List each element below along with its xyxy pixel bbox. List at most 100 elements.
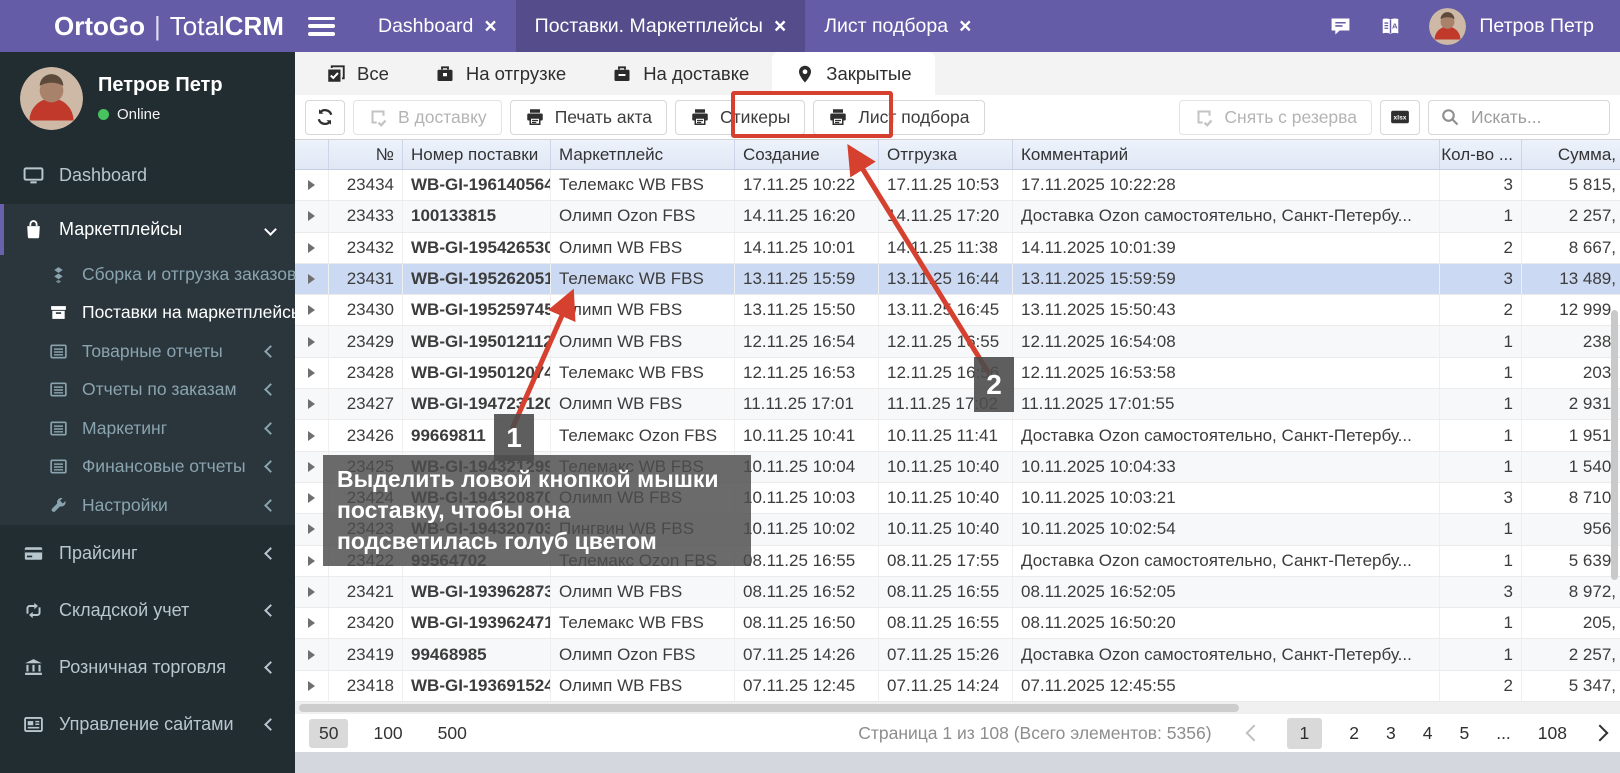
column-header[interactable]: Кол-во ... xyxy=(1440,140,1522,169)
row-expander[interactable] xyxy=(295,671,329,701)
row-expander[interactable] xyxy=(295,420,329,450)
row-expander[interactable] xyxy=(295,233,329,263)
page-2[interactable]: 2 xyxy=(1349,723,1359,744)
close-icon[interactable]: × xyxy=(484,16,496,37)
document-tab[interactable]: Dashboard× xyxy=(359,0,516,52)
document-tab[interactable]: Поставки. Маркетплейсы× xyxy=(516,0,806,52)
table-row[interactable]: 23431WB-GI-195262051Телемакс WB FBS13.11… xyxy=(295,264,1620,295)
page-size-500[interactable]: 500 xyxy=(428,719,477,748)
table-row[interactable]: 23430WB-GI-195259745Олимп WB FBS13.11.25… xyxy=(295,295,1620,326)
table-row[interactable]: 23434WB-GI-196140564Телемакс WB FBS17.11… xyxy=(295,170,1620,201)
document-tab[interactable]: Лист подбора × xyxy=(805,0,990,52)
sidebar-item-sites[interactable]: Управление сайтами xyxy=(0,696,295,753)
page-1[interactable]: 1 xyxy=(1287,718,1323,749)
chat-icon[interactable] xyxy=(1329,15,1352,38)
table-row[interactable]: 23420WB-GI-193962471Телемакс WB FBS08.11… xyxy=(295,608,1620,639)
row-expander[interactable] xyxy=(295,358,329,388)
cell-comment: 14.11.2025 10:01:39 xyxy=(1013,233,1440,263)
horizontal-scrollbar-thumb[interactable] xyxy=(299,704,1239,712)
export-xlsx-button[interactable]: xlsx xyxy=(1380,100,1420,135)
sidebar-item-marketplaces[interactable]: Маркетплейсы xyxy=(0,204,295,255)
column-header[interactable]: Комментарий xyxy=(1013,140,1440,169)
sidebar-item-label: Прайсинг xyxy=(59,543,138,564)
sidebar-item-product-reports[interactable]: Товарные отчеты xyxy=(0,332,295,371)
cell-qty: 1 xyxy=(1440,389,1522,419)
horizontal-scrollbar[interactable] xyxy=(295,702,1620,714)
chevron-down-icon xyxy=(264,223,277,236)
remove-reserve-button[interactable]: Снять с резерва xyxy=(1179,100,1372,135)
xlsx-icon: xlsx xyxy=(1390,107,1410,127)
row-expander[interactable] xyxy=(295,577,329,607)
column-header[interactable]: Маркетплейс xyxy=(551,140,735,169)
column-header[interactable]: Номер поставки xyxy=(403,140,551,169)
table-row[interactable]: 23418WB-GI-193691524Олимп WB FBS07.11.25… xyxy=(295,671,1620,702)
column-header[interactable]: Создание xyxy=(735,140,879,169)
to-delivery-button[interactable]: В доставку xyxy=(353,100,502,135)
column-header[interactable]: № xyxy=(329,140,403,169)
cell-mp: Олимп Ozon FBS xyxy=(551,201,735,231)
table-row[interactable]: 23429WB-GI-195012112Олимп WB FBS12.11.25… xyxy=(295,326,1620,357)
column-header[interactable]: Отгрузка xyxy=(879,140,1013,169)
sidebar-item-pricing[interactable]: Прайсинг xyxy=(0,525,295,582)
table-row[interactable]: 23421WB-GI-193962873Олимп WB FBS08.11.25… xyxy=(295,577,1620,608)
table-row[interactable]: 23432WB-GI-195426530Олимп WB FBS14.11.25… xyxy=(295,233,1620,264)
sidebar-item-assembly-shipping[interactable]: Сборка и отгрузка заказов xyxy=(0,255,295,294)
row-expander[interactable] xyxy=(295,170,329,200)
row-expander[interactable] xyxy=(295,389,329,419)
table-row[interactable]: 2341999468985Олимп Ozon FBS07.11.25 14:2… xyxy=(295,639,1620,670)
page-5[interactable]: 5 xyxy=(1459,723,1469,744)
page-...[interactable]: ... xyxy=(1496,723,1511,744)
cell-shipped: 14.11.25 11:38 xyxy=(879,233,1013,263)
brand-product: TotalCRM xyxy=(170,11,284,42)
filter-tab-closed[interactable]: Закрытые xyxy=(772,52,934,95)
table-row[interactable]: 23428WB-GI-195012074Телемакс WB FBS12.11… xyxy=(295,358,1620,389)
expand-triangle-icon xyxy=(308,493,315,503)
pager-next-icon[interactable] xyxy=(1592,725,1609,742)
translate-icon[interactable]: A xyxy=(1379,15,1402,38)
cell-created: 12.11.25 16:54 xyxy=(735,326,879,356)
column-header[interactable]: Сумма, xyxy=(1522,140,1620,169)
close-icon[interactable]: × xyxy=(959,16,971,37)
sidebar-item-marketing[interactable]: Маркетинг xyxy=(0,409,295,448)
sidebar-item-settings[interactable]: Настройки xyxy=(0,486,295,525)
cell-shipped: 10.11.25 10:40 xyxy=(879,483,1013,513)
search-input[interactable] xyxy=(1469,106,1598,129)
cell-sum: 203, xyxy=(1522,358,1620,388)
list-icon xyxy=(49,419,68,438)
hamburger-menu-icon[interactable] xyxy=(308,17,335,36)
sidebar-item-warehouse[interactable]: Складской учет xyxy=(0,582,295,639)
cell-qty: 2 xyxy=(1440,295,1522,325)
row-expander[interactable] xyxy=(295,264,329,294)
sidebar-item-order-reports[interactable]: Отчеты по заказам xyxy=(0,371,295,410)
page-3[interactable]: 3 xyxy=(1386,723,1396,744)
page-size-50[interactable]: 50 xyxy=(309,719,348,748)
online-dot-icon xyxy=(98,109,109,120)
sidebar-item-finance-reports[interactable]: Финансовые отчеты xyxy=(0,448,295,487)
close-icon[interactable]: × xyxy=(774,16,786,37)
user-menu[interactable]: Петров Петр xyxy=(1429,8,1594,45)
cell-qty: 1 xyxy=(1440,452,1522,482)
page-size-100[interactable]: 100 xyxy=(363,719,412,748)
refresh-button[interactable] xyxy=(305,100,345,135)
sidebar-group: МаркетплейсыСборка и отгрузка заказовПос… xyxy=(0,204,295,525)
row-expander[interactable] xyxy=(295,608,329,638)
vertical-scrollbar[interactable] xyxy=(1611,310,1618,580)
sidebar-item-label: Товарные отчеты xyxy=(82,341,223,362)
row-expander[interactable] xyxy=(295,201,329,231)
pager-prev-icon[interactable] xyxy=(1245,725,1262,742)
page-4[interactable]: 4 xyxy=(1423,723,1433,744)
row-expander[interactable] xyxy=(295,639,329,669)
cell-comment: 10.11.2025 10:03:21 xyxy=(1013,483,1440,513)
filter-tab-to-ship[interactable]: На отгрузке xyxy=(412,52,589,95)
filter-tab-in-delivery[interactable]: На доставке xyxy=(589,52,772,95)
sidebar-item-supplies-marketplaces[interactable]: Поставки на маркетплейсы xyxy=(0,294,295,333)
cell-qty: 3 xyxy=(1440,483,1522,513)
filter-tab-all[interactable]: Все xyxy=(303,52,412,95)
doc-tab-label: Лист подбора xyxy=(824,15,948,38)
sidebar-item-dashboard[interactable]: Dashboard xyxy=(0,147,295,204)
sidebar-item-retail[interactable]: Розничная торговля xyxy=(0,639,295,696)
row-expander[interactable] xyxy=(295,326,329,356)
table-row[interactable]: 23433100133815Олимп Ozon FBS14.11.25 16:… xyxy=(295,201,1620,232)
print-act-button[interactable]: Печать акта xyxy=(510,100,667,135)
page-108[interactable]: 108 xyxy=(1538,723,1567,744)
